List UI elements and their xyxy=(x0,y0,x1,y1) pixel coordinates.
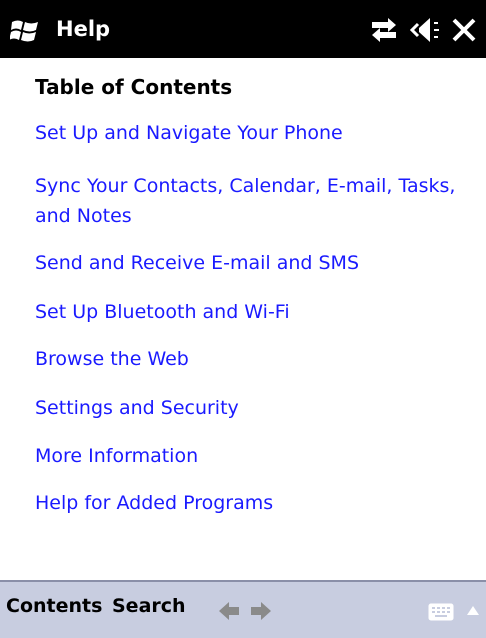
menu-up-icon[interactable] xyxy=(466,604,480,616)
volume-icon[interactable] xyxy=(410,15,440,45)
forward-arrow-icon[interactable] xyxy=(250,601,272,621)
app-title: Help xyxy=(56,17,111,41)
help-content: Table of Contents Set Up and Navigate Yo… xyxy=(0,58,486,580)
toc-heading: Table of Contents xyxy=(35,75,233,99)
toc-link-settings-security[interactable]: Settings and Security xyxy=(35,393,465,423)
toc-link-added-programs[interactable]: Help for Added Programs xyxy=(35,488,465,518)
title-bar: Help xyxy=(0,0,486,58)
contents-button[interactable]: Contents xyxy=(6,595,102,617)
toc-link-browse-web[interactable]: Browse the Web xyxy=(35,344,465,374)
keyboard-icon[interactable] xyxy=(428,603,454,621)
toc-link-email-sms[interactable]: Send and Receive E-mail and SMS xyxy=(35,248,465,278)
toc-link-sync[interactable]: Sync Your Contacts, Calendar, E-mail, Ta… xyxy=(35,171,465,231)
toc-link-more-information[interactable]: More Information xyxy=(35,441,465,471)
close-icon[interactable] xyxy=(450,16,478,44)
windows-start-icon[interactable] xyxy=(10,18,40,44)
back-arrow-icon[interactable] xyxy=(218,601,240,621)
menu-bar: Contents Search xyxy=(0,580,486,638)
connectivity-icon[interactable] xyxy=(368,16,400,44)
toc-link-set-up-navigate[interactable]: Set Up and Navigate Your Phone xyxy=(35,118,465,148)
search-button[interactable]: Search xyxy=(112,595,186,617)
toc-link-bluetooth-wifi[interactable]: Set Up Bluetooth and Wi-Fi xyxy=(35,297,465,327)
